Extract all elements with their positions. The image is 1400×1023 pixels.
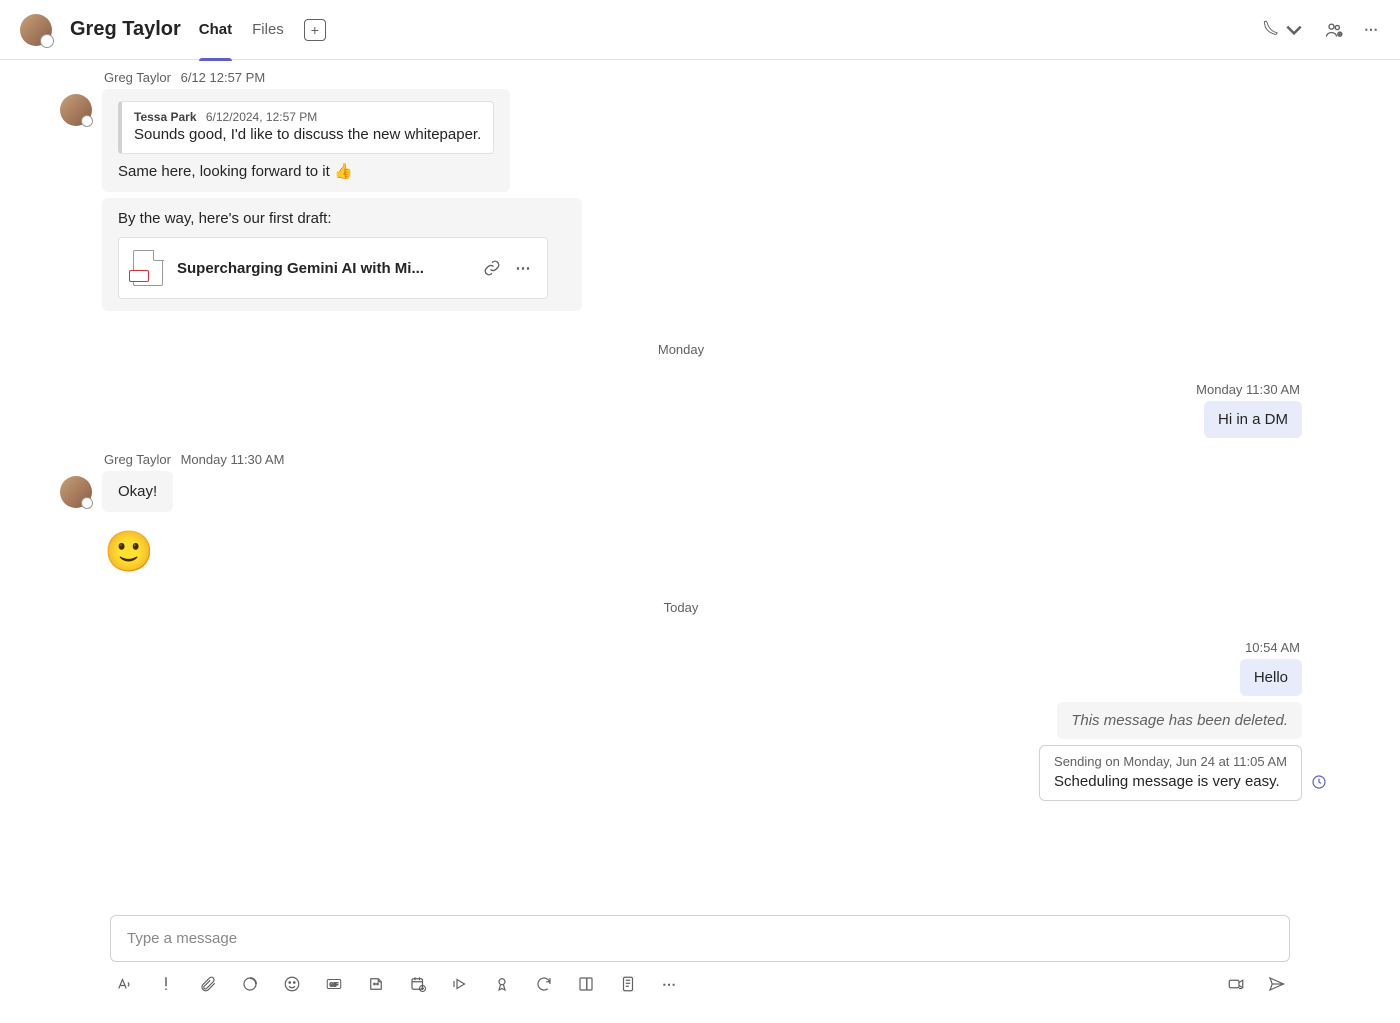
sender-name: Greg Taylor — [104, 452, 171, 467]
svg-text:GIF: GIF — [330, 982, 339, 988]
priority-icon[interactable] — [156, 974, 176, 994]
gif-icon[interactable]: GIF — [324, 974, 344, 994]
stream-icon[interactable] — [450, 974, 470, 994]
header-right: ⋯ — [1262, 20, 1380, 40]
message-group: Greg Taylor Monday 11:30 AM Okay! 🙂 — [60, 452, 1302, 575]
self-message-bubble[interactable]: Hello — [1240, 659, 1302, 696]
self-message-row: This message has been deleted. — [60, 702, 1302, 739]
tab-chat[interactable]: Chat — [199, 15, 232, 44]
more-apps-icon[interactable]: ⋯ — [660, 974, 680, 994]
message-body: Greg Taylor 6/12 12:57 PM Tessa Park 6/1… — [102, 70, 1302, 317]
scheduled-message[interactable]: Sending on Monday, Jun 24 at 11:05 AM Sc… — [1039, 745, 1302, 801]
more-options-button[interactable]: ⋯ — [1364, 21, 1380, 38]
attachment-more-icon[interactable]: ⋯ — [515, 259, 533, 277]
chat-area: Greg Taylor 6/12 12:57 PM Tessa Park 6/1… — [0, 60, 1400, 903]
chevron-down-icon — [1284, 20, 1304, 40]
message-group: Greg Taylor 6/12 12:57 PM Tessa Park 6/1… — [60, 70, 1302, 317]
date-separator: Today — [60, 600, 1302, 615]
message-meta: Greg Taylor 6/12 12:57 PM — [102, 70, 1302, 85]
message-input[interactable]: Type a message — [110, 915, 1290, 962]
compose-area: Type a message GIF ⋯ — [0, 903, 1400, 1023]
deleted-message[interactable]: This message has been deleted. — [1057, 702, 1302, 739]
call-button[interactable] — [1262, 20, 1304, 40]
format-icon[interactable] — [114, 974, 134, 994]
phone-icon — [1262, 20, 1282, 40]
message-body: Greg Taylor Monday 11:30 AM Okay! 🙂 — [102, 452, 1302, 575]
people-icon — [1324, 20, 1344, 40]
send-icon[interactable] — [1266, 974, 1286, 994]
toolbar-right — [1226, 974, 1286, 994]
copy-link-icon[interactable] — [483, 259, 501, 277]
file-name: Supercharging Gemini AI with Mi... — [177, 260, 469, 277]
message-time: Monday 11:30 AM — [181, 452, 285, 467]
actions-icon[interactable] — [618, 974, 638, 994]
sender-name: Greg Taylor — [104, 70, 171, 85]
sticker-icon[interactable] — [366, 974, 386, 994]
emoji-message[interactable]: 🙂 — [104, 528, 1302, 575]
people-add-button[interactable] — [1324, 20, 1344, 40]
chat-header: Greg Taylor Chat Files + ⋯ — [0, 0, 1400, 60]
message-time: 10:54 AM — [60, 640, 1302, 655]
avatar[interactable] — [20, 14, 52, 46]
quoted-message[interactable]: Tessa Park 6/12/2024, 12:57 PM Sounds go… — [118, 101, 494, 154]
message-time: Monday 11:30 AM — [60, 382, 1302, 397]
quote-text: Sounds good, I'd like to discuss the new… — [134, 126, 481, 143]
add-tab-button[interactable]: + — [304, 19, 326, 41]
message-text: Okay! — [118, 483, 157, 500]
date-separator: Monday — [60, 342, 1302, 357]
avatar[interactable] — [60, 476, 92, 508]
schedule-icon[interactable] — [408, 974, 428, 994]
scheduled-text: Scheduling message is very easy. — [1054, 773, 1287, 790]
attach-icon[interactable] — [198, 974, 218, 994]
file-icon — [133, 250, 163, 286]
self-message-row: Sending on Monday, Jun 24 at 11:05 AM Sc… — [60, 745, 1302, 801]
tab-files[interactable]: Files — [252, 15, 284, 44]
message-text: By the way, here's our first draft: — [118, 210, 566, 227]
quote-meta: Tessa Park 6/12/2024, 12:57 PM — [134, 110, 481, 124]
self-message-row: Hi in a DM — [60, 401, 1302, 438]
message-bubble[interactable]: Tessa Park 6/12/2024, 12:57 PM Sounds go… — [102, 89, 510, 192]
loop-icon[interactable] — [240, 974, 260, 994]
message-meta: Greg Taylor Monday 11:30 AM — [102, 452, 1302, 467]
tabs: Chat Files + — [199, 15, 326, 44]
message-bubble[interactable]: By the way, here's our first draft: Supe… — [102, 198, 582, 311]
header-left: Greg Taylor Chat Files + — [20, 14, 326, 46]
scheduled-meta: Sending on Monday, Jun 24 at 11:05 AM — [1054, 754, 1287, 769]
avatar[interactable] — [60, 94, 92, 126]
chat-title: Greg Taylor — [70, 18, 181, 41]
message-time: 6/12 12:57 PM — [181, 70, 266, 85]
compose-toolbar: GIF ⋯ — [110, 974, 1290, 994]
self-message-row: Hello — [60, 659, 1302, 696]
quote-time: 6/12/2024, 12:57 PM — [206, 110, 317, 124]
self-message-bubble[interactable]: Hi in a DM — [1204, 401, 1302, 438]
viva-icon[interactable] — [576, 974, 596, 994]
toolbar-left: GIF ⋯ — [114, 974, 680, 994]
clock-icon — [1311, 774, 1327, 794]
message-text: Same here, looking forward to it 👍 — [118, 162, 494, 180]
message-bubble[interactable]: Okay! — [102, 471, 173, 512]
attachment-card[interactable]: Supercharging Gemini AI with Mi... ⋯ — [118, 237, 548, 299]
video-clip-icon[interactable] — [1226, 974, 1246, 994]
approvals-icon[interactable] — [492, 974, 512, 994]
quote-sender: Tessa Park — [134, 110, 197, 124]
updates-icon[interactable] — [534, 974, 554, 994]
emoji-icon[interactable] — [282, 974, 302, 994]
